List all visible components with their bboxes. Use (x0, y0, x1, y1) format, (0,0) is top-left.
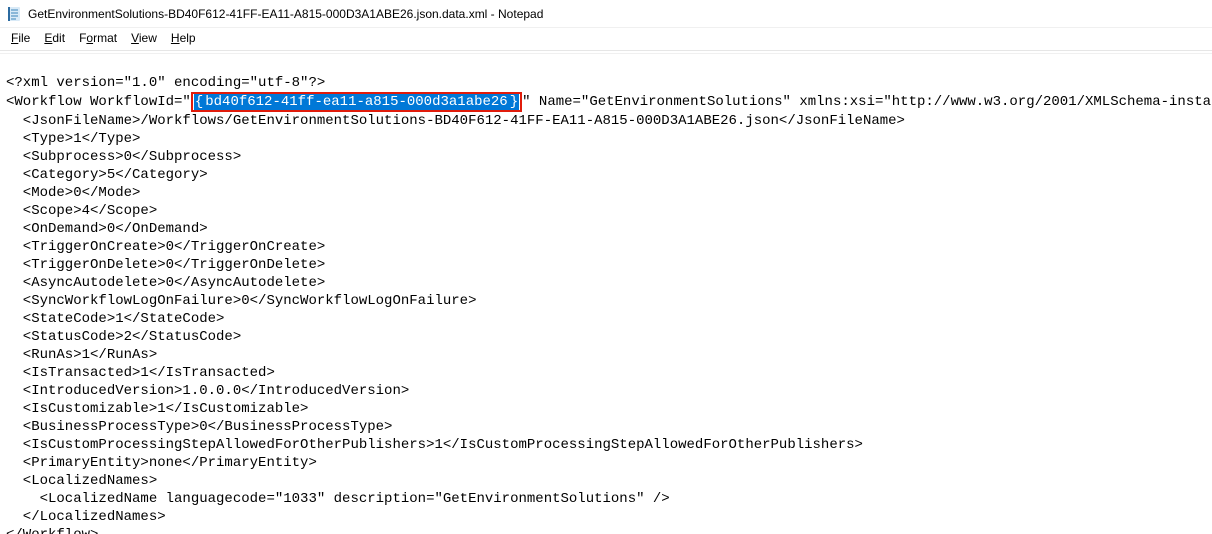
editor-line: <TriggerOnCreate>0</TriggerOnCreate> (6, 239, 325, 255)
editor-line: <PrimaryEntity>none</PrimaryEntity> (6, 455, 317, 471)
menu-separator (0, 50, 1212, 51)
menu-view[interactable]: View (124, 30, 164, 46)
editor-line: <StatusCode>2</StatusCode> (6, 329, 241, 345)
editor-line: <AsyncAutodelete>0</AsyncAutodelete> (6, 275, 325, 291)
selection-highlight-box: {bd40f612-41ff-ea11-a815-000d3a1abe26} (191, 92, 522, 112)
menu-bar: File Edit Format View Help (0, 28, 1212, 48)
menu-file[interactable]: File (4, 30, 37, 46)
menu-help[interactable]: Help (164, 30, 203, 46)
editor-line: <Subprocess>0</Subprocess> (6, 149, 241, 165)
editor-line: <IsCustomProcessingStepAllowedForOtherPu… (6, 437, 863, 453)
menu-format[interactable]: Format (72, 30, 124, 46)
editor-line: " Name="GetEnvironmentSolutions" xmlns:x… (522, 94, 1212, 110)
editor-line: </LocalizedNames> (6, 509, 166, 525)
text-editor[interactable]: <?xml version="1.0" encoding="utf-8"?> <… (0, 54, 1212, 534)
window-title: GetEnvironmentSolutions-BD40F612-41FF-EA… (28, 7, 543, 21)
selection-text: bd40f612-41ff-ea11-a815-000d3a1abe26 (204, 94, 508, 110)
editor-line: <Scope>4</Scope> (6, 203, 157, 219)
selection-text: { (194, 94, 204, 110)
editor-line: <Workflow WorkflowId=" (6, 94, 191, 110)
editor-line: </Workflow> (6, 527, 98, 534)
editor-line: <TriggerOnDelete>0</TriggerOnDelete> (6, 257, 325, 273)
editor-line: <Type>1</Type> (6, 131, 140, 147)
editor-line: <?xml version="1.0" encoding="utf-8"?> (6, 75, 325, 91)
menu-edit[interactable]: Edit (37, 30, 72, 46)
editor-line: <IsCustomizable>1</IsCustomizable> (6, 401, 308, 417)
editor-line: <Mode>0</Mode> (6, 185, 140, 201)
editor-line: <OnDemand>0</OnDemand> (6, 221, 208, 237)
editor-line: <IntroducedVersion>1.0.0.0</IntroducedVe… (6, 383, 409, 399)
editor-line: <StateCode>1</StateCode> (6, 311, 224, 327)
title-bar: GetEnvironmentSolutions-BD40F612-41FF-EA… (0, 0, 1212, 28)
editor-line: <SyncWorkflowLogOnFailure>0</SyncWorkflo… (6, 293, 476, 309)
editor-line: <LocalizedName languagecode="1033" descr… (6, 491, 670, 507)
editor-line: <BusinessProcessType>0</BusinessProcessT… (6, 419, 392, 435)
editor-line: <Category>5</Category> (6, 167, 208, 183)
notepad-icon (6, 6, 22, 22)
selection-text: } (509, 94, 519, 110)
editor-line: <RunAs>1</RunAs> (6, 347, 157, 363)
editor-line: <JsonFileName>/Workflows/GetEnvironmentS… (6, 113, 905, 129)
editor-line: <LocalizedNames> (6, 473, 157, 489)
editor-line: <IsTransacted>1</IsTransacted> (6, 365, 275, 381)
